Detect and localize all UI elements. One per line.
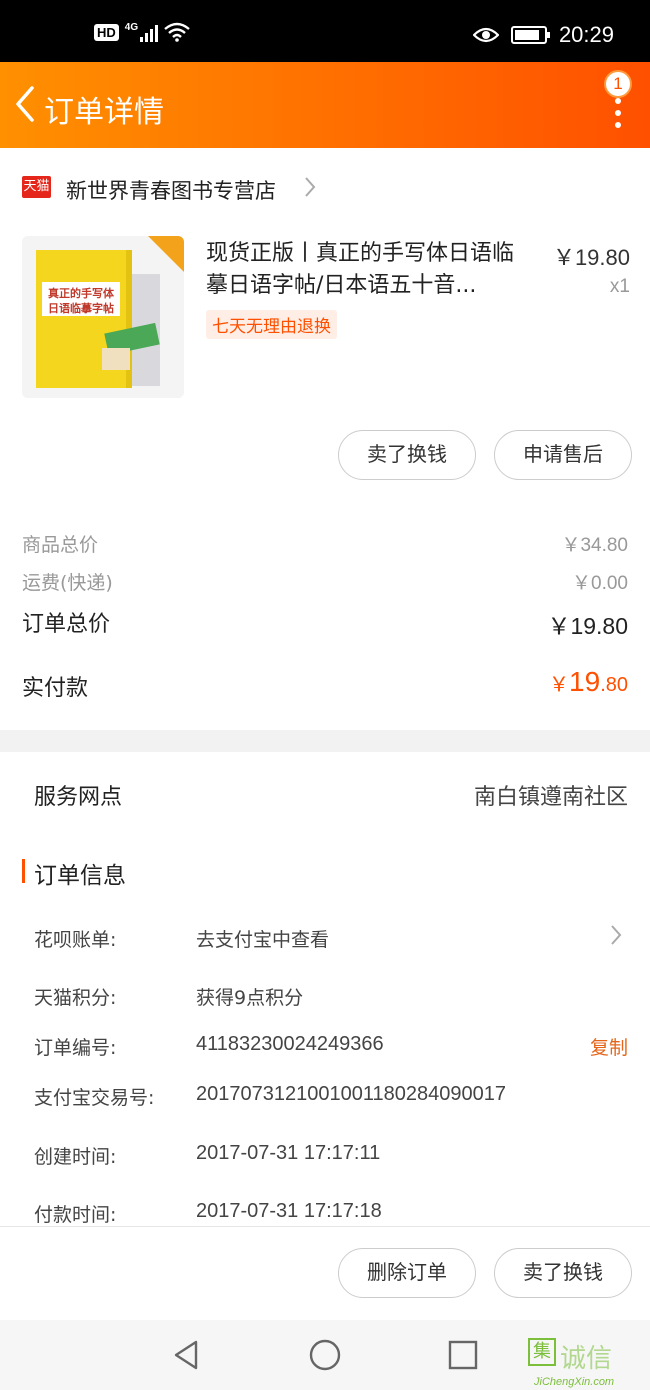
product-quantity: x1 (609, 276, 630, 297)
signal-icon: 4G (124, 22, 159, 42)
product-name-line-1: 现货正版丨真正的手写体日语临 (206, 241, 515, 266)
cover-title: 真正的手写体 (48, 286, 115, 300)
eye-comfort-icon (472, 27, 499, 43)
goods-total-label: 商品总价 (22, 534, 99, 556)
cover-subtitle: 日语临摹字帖 (48, 301, 114, 315)
notification-badge[interactable]: 1 (604, 70, 632, 98)
delete-order-button[interactable]: 删除订单 (338, 1248, 476, 1298)
goods-total-value: ￥34.80 (561, 535, 628, 556)
status-right: 20:29 (472, 22, 614, 48)
paid-time-label: 付款时间: (34, 1204, 117, 1226)
points-value: 获得9点积分 (196, 987, 304, 1009)
order-info-title: 订单信息 (34, 863, 126, 889)
alipay-trade-value: 2017073121001001180284090017 (196, 1083, 506, 1105)
section-accent-bar (22, 859, 25, 883)
paid-amount-value: ￥19.80 (549, 666, 628, 698)
order-total-label: 订单总价 (22, 612, 111, 637)
points-label: 天猫积分: (34, 987, 117, 1009)
watermark-logo: 集 (528, 1338, 556, 1366)
nav-recents-icon[interactable] (446, 1338, 480, 1372)
store-name[interactable]: 新世界青春图书专营店 (66, 175, 276, 205)
tmall-logo: 天猫 (22, 176, 51, 198)
store-row[interactable]: 天猫 新世界青春图书专营店 (0, 150, 650, 224)
wifi-icon (164, 22, 190, 42)
product-name-line-2: 摹日语字帖/日本语五十音... (206, 273, 477, 298)
bottom-action-bar: 删除订单 卖了换钱 (0, 1226, 650, 1320)
nav-home-icon[interactable] (308, 1338, 342, 1372)
book-cover-illustration: 真正的手写体 日语临摹字帖 (22, 236, 184, 398)
hd-indicator: HD (94, 23, 119, 41)
order-number-label: 订单编号: (34, 1037, 117, 1059)
more-menu-icon[interactable] (614, 98, 622, 128)
return-policy-tag: 七天无理由退换 (206, 310, 337, 339)
service-point-value: 南白镇遵南社区 (473, 785, 628, 810)
status-bar: HD 4G 20:29 (0, 0, 650, 62)
paid-decimal: .80 (600, 674, 628, 696)
nav-back-icon[interactable] (170, 1338, 204, 1372)
clock: 20:29 (558, 22, 614, 47)
chevron-right-icon[interactable] (609, 924, 623, 946)
product-name[interactable]: 现货正版丨真正的手写体日语临 摹日语字帖/日本语五十音... (206, 238, 536, 302)
battery-icon (510, 26, 550, 44)
order-total-value: ￥19.80 (547, 613, 628, 639)
huabei-link[interactable]: 去支付宝中查看 (196, 925, 329, 952)
product-image[interactable]: 真正的手写体 日语临摹字帖 (22, 236, 184, 398)
product-price: ￥19.80 (552, 245, 630, 270)
network-type: 4G (124, 22, 139, 33)
paid-currency: ￥ (549, 674, 570, 696)
paid-integer: 19 (569, 666, 601, 697)
alipay-trade-label: 支付宝交易号: (34, 1087, 155, 1109)
after-sale-button[interactable]: 申请售后 (494, 430, 632, 480)
status-left: HD 4G (94, 22, 190, 42)
shipping-label: 运费(快递) (22, 572, 113, 594)
paid-amount-label: 实付款 (22, 676, 89, 701)
back-arrow-icon[interactable] (10, 84, 40, 124)
shipping-value: ￥0.00 (572, 573, 628, 594)
chevron-right-icon (305, 177, 316, 197)
section-divider (0, 730, 650, 752)
watermark-text: 诚信 (560, 1344, 613, 1374)
copy-order-number-button[interactable]: 复制 (590, 1033, 628, 1060)
sell-for-cash-button[interactable]: 卖了换钱 (338, 430, 476, 480)
watermark-domain: JiChengXin.com (534, 1376, 615, 1388)
service-point-label: 服务网点 (34, 785, 123, 810)
sell-for-cash-bottom-button[interactable]: 卖了换钱 (494, 1248, 632, 1298)
order-number-value: 41183230024249366 (196, 1033, 384, 1055)
paid-time-value: 2017-07-31 17:17:18 (196, 1200, 382, 1222)
created-time-label: 创建时间: (34, 1146, 117, 1168)
site-watermark: 集 诚信 JiChengXin.com (528, 1338, 646, 1390)
battery-level (514, 30, 539, 40)
huabei-label: 花呗账单: (34, 929, 117, 951)
created-time-value: 2017-07-31 17:17:11 (196, 1142, 381, 1164)
title-bar: 订单详情 1 (0, 62, 650, 148)
page-title: 订单详情 (44, 95, 164, 130)
